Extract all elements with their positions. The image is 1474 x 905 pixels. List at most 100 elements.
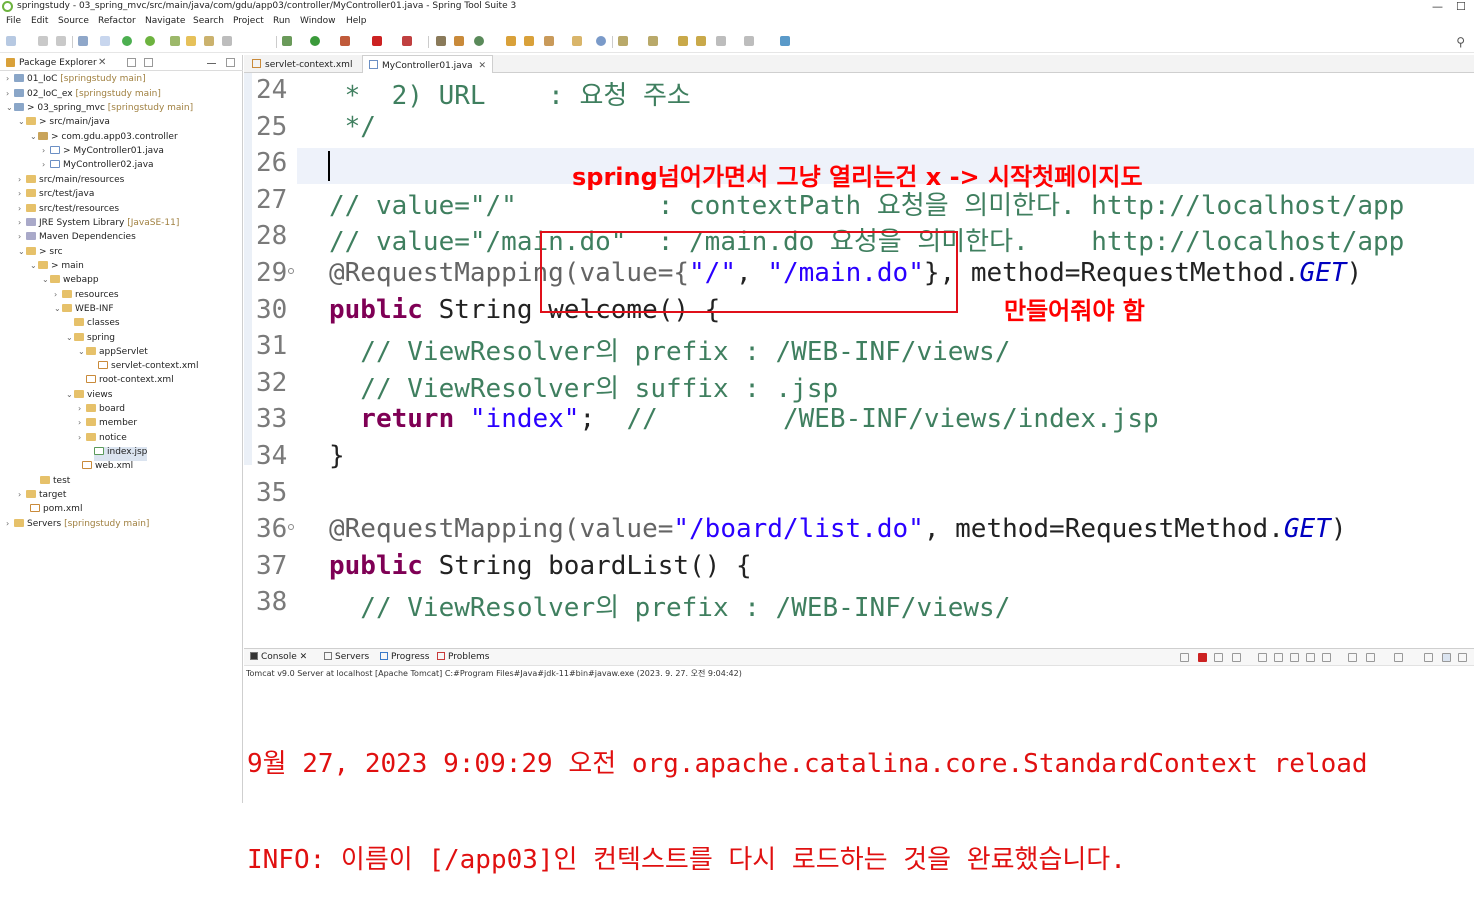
menu-edit[interactable]: Edit: [31, 16, 48, 26]
terminate-icon[interactable]: [1198, 653, 1207, 662]
code-editor[interactable]: 24 * 2) URL : 요청 주소 25 */ 26 27// value=…: [244, 73, 1474, 628]
tree-file-root-context[interactable]: root-context.xml: [86, 375, 174, 389]
server-icon[interactable]: [402, 36, 412, 46]
terminal-icon[interactable]: [78, 36, 88, 46]
close-icon[interactable]: ✕: [98, 57, 106, 68]
tab-mycontroller01-java[interactable]: MyController01.java ✕: [362, 55, 494, 73]
spring-icon[interactable]: [145, 36, 155, 46]
new-icon[interactable]: [6, 36, 16, 46]
tab-console[interactable]: Console ✕: [250, 652, 307, 662]
remove-all-icon[interactable]: [1214, 653, 1223, 662]
save-all-icon[interactable]: [56, 36, 66, 46]
tree-folder-resources[interactable]: › resources: [54, 290, 119, 304]
word-wrap-icon[interactable]: [1274, 653, 1283, 662]
menu-project[interactable]: Project: [233, 16, 264, 26]
run-icon[interactable]: [310, 36, 320, 46]
maximize-view-icon[interactable]: [226, 58, 235, 67]
menu-file[interactable]: File: [6, 16, 21, 26]
debug-icon[interactable]: [282, 36, 292, 46]
tree-folder-web-inf[interactable]: ⌄ WEB-INF: [54, 304, 114, 318]
new-web-icon[interactable]: [474, 36, 484, 46]
tree-folder-board[interactable]: › board: [78, 404, 125, 418]
tree-folder-member[interactable]: › member: [78, 418, 137, 432]
tree-folder-notice[interactable]: › notice: [78, 433, 127, 447]
save-icon[interactable]: [38, 36, 48, 46]
annotation-icon[interactable]: [544, 36, 554, 46]
display-selected-console-icon[interactable]: [1348, 653, 1357, 662]
maximize-view-icon[interactable]: [1442, 653, 1451, 662]
globe-icon[interactable]: [596, 36, 606, 46]
back-history-icon[interactable]: [696, 36, 706, 46]
tree-folder-spring[interactable]: ⌄ spring: [66, 333, 115, 347]
open-console-icon[interactable]: [1366, 653, 1375, 662]
tree-src-test-resources[interactable]: › src/test/resources: [18, 204, 119, 218]
console-output[interactable]: 9월 27, 2023 9:09:29 오전 org.apache.catali…: [247, 683, 1368, 905]
tree-folder-src[interactable]: ⌄ > src: [18, 247, 63, 261]
collapse-all-icon[interactable]: [127, 58, 136, 67]
mark-occurrences-icon[interactable]: [186, 36, 196, 46]
menu-source[interactable]: Source: [58, 16, 89, 26]
scroll-lock-icon[interactable]: [1258, 653, 1267, 662]
external-tools-icon[interactable]: [340, 36, 350, 46]
close-icon[interactable]: ✕: [479, 61, 487, 71]
tab-servers[interactable]: Servers: [324, 652, 369, 662]
next-annotation-icon[interactable]: [618, 36, 628, 46]
clear-console-icon[interactable]: [1232, 653, 1241, 662]
tree-file-mycontroller01[interactable]: › > MyController01.java: [42, 146, 164, 160]
boot-dashboard-icon[interactable]: [122, 36, 132, 46]
tree-project-01-ioc[interactable]: › 01_IoC [springstudy main]: [6, 74, 146, 88]
tree-folder-webapp[interactable]: ⌄ webapp: [42, 275, 99, 289]
link-with-editor-icon[interactable]: [144, 58, 153, 67]
tree-src-main-resources[interactable]: › src/main/resources: [18, 175, 124, 189]
tree-maven-dependencies[interactable]: › Maven Dependencies: [18, 232, 136, 246]
search-icon[interactable]: ⚲: [1456, 35, 1465, 49]
new-java-package-icon[interactable]: [436, 36, 446, 46]
tree-src-main-java[interactable]: ⌄ > src/main/java: [18, 117, 110, 131]
menu-navigate[interactable]: Navigate: [145, 16, 185, 26]
new-class-icon[interactable]: [454, 36, 464, 46]
open-task-icon[interactable]: [524, 36, 534, 46]
tree-package-controller[interactable]: ⌄ > com.gdu.app03.controller: [30, 132, 178, 146]
tree-jre-library[interactable]: › JRE System Library [JavaSE-11]: [18, 218, 179, 232]
last-edit-icon[interactable]: [678, 36, 688, 46]
skip-breakpoints-icon[interactable]: [100, 36, 110, 46]
tree-file-index-jsp[interactable]: index.jsp: [94, 447, 148, 461]
tree-project-servers[interactable]: › Servers [springstudy main]: [6, 519, 149, 533]
tree-folder-target[interactable]: › target: [18, 490, 66, 504]
tab-problems[interactable]: Problems: [437, 652, 489, 662]
menu-run[interactable]: Run: [273, 16, 290, 26]
menu-search[interactable]: Search: [193, 16, 224, 26]
tree-file-servlet-context[interactable]: servlet-context.xml: [98, 361, 198, 375]
menu-refactor[interactable]: Refactor: [98, 16, 136, 26]
pin-console-icon[interactable]: [1322, 653, 1331, 662]
prev-annotation-icon[interactable]: [648, 36, 658, 46]
menu-window[interactable]: Window: [300, 16, 336, 26]
tree-folder-views[interactable]: ⌄ views: [66, 390, 112, 404]
view-menu-icon[interactable]: [1458, 653, 1467, 662]
tree-file-mycontroller02[interactable]: › MyController02.java: [42, 160, 154, 174]
open-folder-icon[interactable]: [506, 36, 516, 46]
show-whitespace-icon[interactable]: [222, 36, 232, 46]
tab-progress[interactable]: Progress: [380, 652, 429, 662]
open-type-icon[interactable]: [170, 36, 180, 46]
tree-folder-main[interactable]: ⌄ > main: [30, 261, 84, 275]
tree-file-web-xml[interactable]: web.xml: [82, 461, 133, 475]
tree-file-pom-xml[interactable]: pom.xml: [30, 504, 82, 518]
view-menu-icon[interactable]: [170, 58, 180, 67]
forward-icon[interactable]: [744, 36, 754, 46]
minimize-view-icon[interactable]: [207, 63, 216, 64]
show-on-output-icon[interactable]: [1290, 653, 1299, 662]
close-icon[interactable]: ✕: [300, 652, 308, 662]
maximize-button[interactable]: ☐: [1456, 0, 1466, 13]
minimize-view-icon[interactable]: [1424, 653, 1433, 662]
tab-servlet-context-xml[interactable]: servlet-context.xml: [246, 55, 358, 73]
menu-help[interactable]: Help: [346, 16, 367, 26]
package-explorer-tab[interactable]: Package Explorer: [19, 58, 97, 68]
pin-editor-icon[interactable]: [780, 36, 790, 46]
stop-icon[interactable]: [372, 36, 382, 46]
back-icon[interactable]: [716, 36, 726, 46]
tree-folder-appservlet[interactable]: ⌄ appServlet: [78, 347, 148, 361]
tree-folder-test[interactable]: test: [40, 476, 70, 490]
search-folder-icon[interactable]: [572, 36, 582, 46]
fold-toggle-icon[interactable]: [288, 524, 294, 530]
